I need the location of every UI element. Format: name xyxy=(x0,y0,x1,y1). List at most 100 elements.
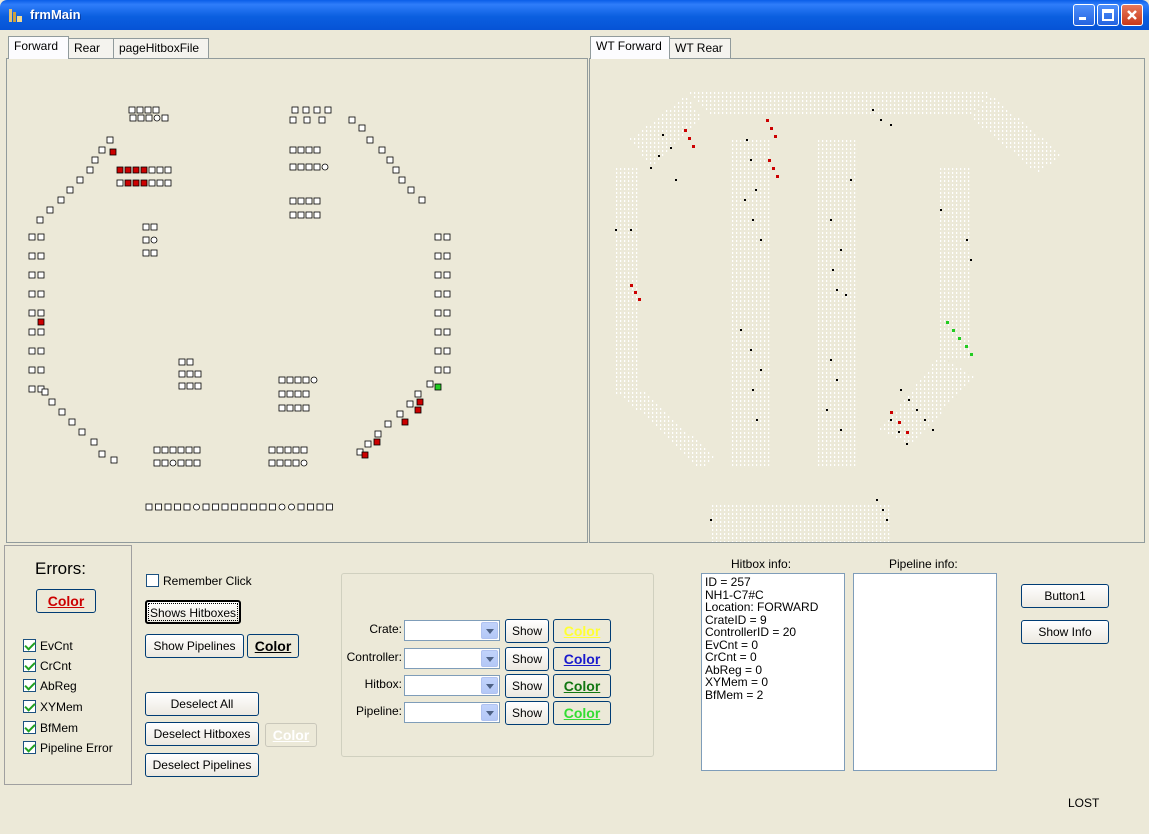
hitbox-cell[interactable] xyxy=(278,376,286,384)
hitbox-cell[interactable] xyxy=(145,114,153,122)
hitbox-cell[interactable] xyxy=(78,428,86,436)
hitbox-cell[interactable] xyxy=(418,196,426,204)
checkbox-pipeline-error[interactable] xyxy=(23,741,36,754)
tab-forward[interactable]: Forward xyxy=(8,36,69,59)
hitbox-cell[interactable] xyxy=(324,106,332,114)
hitbox-cell[interactable] xyxy=(302,390,310,398)
hitbox-cell[interactable] xyxy=(28,233,36,241)
check-bfmem[interactable]: BfMem xyxy=(23,721,78,737)
hitbox-cell[interactable] xyxy=(313,106,321,114)
hitbox-cell[interactable] xyxy=(300,459,308,467)
hitbox-cell[interactable] xyxy=(169,459,177,467)
hitbox-cell[interactable] xyxy=(434,347,442,355)
hitbox-cell[interactable] xyxy=(313,197,321,205)
hitbox-cell[interactable] xyxy=(384,420,392,428)
hitbox-cell[interactable] xyxy=(142,236,150,244)
hitbox-cell[interactable] xyxy=(443,271,451,279)
hitbox-cell[interactable] xyxy=(406,400,414,408)
hitbox-cell[interactable] xyxy=(288,503,295,511)
hitbox-cell[interactable] xyxy=(302,106,310,114)
hitbox-cell[interactable] xyxy=(116,179,124,187)
hitbox-cell[interactable] xyxy=(46,206,54,214)
hitbox-cell[interactable] xyxy=(128,106,136,114)
hitbox-cell[interactable] xyxy=(259,503,267,511)
hitbox-cell[interactable] xyxy=(302,404,310,412)
check-crcnt[interactable]: CrCnt xyxy=(23,659,71,675)
wt-hit-dots[interactable] xyxy=(615,109,972,521)
hitbox-cell[interactable] xyxy=(231,503,238,511)
hitbox-cell[interactable] xyxy=(178,382,186,390)
hitbox-cell[interactable] xyxy=(434,233,442,241)
hitbox-cell[interactable] xyxy=(193,446,201,454)
checkbox-crcnt[interactable] xyxy=(23,659,36,672)
hitbox-cell[interactable] xyxy=(137,114,145,122)
hitbox-cell[interactable] xyxy=(434,290,442,298)
chevron-down-icon[interactable] xyxy=(481,704,498,721)
hitbox-cell[interactable] xyxy=(373,438,381,446)
hitbox-cell[interactable] xyxy=(364,440,372,448)
hitbox-cell[interactable] xyxy=(361,451,369,459)
hitbox-cell[interactable] xyxy=(310,376,318,384)
crate-color-button[interactable]: Color xyxy=(553,619,611,643)
hitbox-cell[interactable] xyxy=(150,236,158,244)
hitbox-cell[interactable] xyxy=(398,176,406,184)
errors-color-button[interactable]: Color xyxy=(36,589,96,613)
hitbox-cell[interactable] xyxy=(300,446,308,454)
tab-wt-rear[interactable]: WT Rear xyxy=(669,38,731,58)
hitbox-cell[interactable] xyxy=(86,166,94,174)
hitbox-cell[interactable] xyxy=(286,390,294,398)
hitbox-cell[interactable] xyxy=(294,404,302,412)
hitbox-cell[interactable] xyxy=(284,446,292,454)
hitbox-cell[interactable] xyxy=(443,366,451,374)
hitbox-cell[interactable] xyxy=(150,223,158,231)
hitbox-cell[interactable] xyxy=(386,156,394,164)
tab-rear[interactable]: Rear xyxy=(68,38,114,58)
hitbox-cell[interactable] xyxy=(132,179,140,187)
pipeline-show-button[interactable]: Show xyxy=(505,701,549,725)
shows-hitboxes-button[interactable]: Shows Hitboxes xyxy=(145,600,241,624)
hitbox-cell[interactable] xyxy=(321,163,329,171)
minimize-button[interactable] xyxy=(1073,4,1095,26)
hitbox-cell[interactable] xyxy=(58,408,66,416)
hitbox-cell[interactable] xyxy=(292,446,300,454)
hitbox-cell[interactable] xyxy=(28,309,36,317)
hitbox-cell[interactable] xyxy=(426,380,434,388)
checkbox-evcnt[interactable] xyxy=(23,639,36,652)
hitbox-cell[interactable] xyxy=(297,197,305,205)
hitbox-cell[interactable] xyxy=(278,390,286,398)
hitbox-cell[interactable] xyxy=(313,146,321,154)
hitbox-cell[interactable] xyxy=(66,186,74,194)
hitbox-cell[interactable] xyxy=(98,146,106,154)
hitbox-cell[interactable] xyxy=(90,438,98,446)
show-pipelines-button[interactable]: Show Pipelines xyxy=(145,634,244,658)
hitbox-cell[interactable] xyxy=(278,404,286,412)
hitbox-cell[interactable] xyxy=(374,430,382,438)
hitbox-cell[interactable] xyxy=(37,366,45,374)
hitbox-cell[interactable] xyxy=(358,124,366,132)
hitbox-cell[interactable] xyxy=(37,318,45,326)
hitbox-cell[interactable] xyxy=(434,271,442,279)
hitbox-cell[interactable] xyxy=(36,216,44,224)
button1[interactable]: Button1 xyxy=(1021,584,1109,608)
hitbox-cell[interactable] xyxy=(161,459,169,467)
hitbox-cell[interactable] xyxy=(434,252,442,260)
hitbox-cell[interactable] xyxy=(305,146,313,154)
hitbox-cell[interactable] xyxy=(37,252,45,260)
hitbox-cell[interactable] xyxy=(289,211,297,219)
hitbox-cell[interactable] xyxy=(178,370,186,378)
hitbox-cell[interactable] xyxy=(177,446,185,454)
controller-combo[interactable] xyxy=(404,648,500,669)
hitbox-cell[interactable] xyxy=(156,179,164,187)
deselect-hitboxes-button[interactable]: Deselect Hitboxes xyxy=(145,722,259,746)
hitbox-cell[interactable] xyxy=(297,146,305,154)
hitbox-cell[interactable] xyxy=(186,358,194,366)
hitbox-cell[interactable] xyxy=(155,503,162,511)
hitbox-cell[interactable] xyxy=(194,382,202,390)
pipeline-color-button[interactable]: Color xyxy=(553,701,611,725)
hitbox-cell[interactable] xyxy=(294,390,302,398)
pipeline-combo[interactable] xyxy=(404,702,500,723)
check-pipeline-error[interactable]: Pipeline Error xyxy=(23,741,113,757)
hitbox-cell[interactable] xyxy=(278,503,286,511)
hitbox-cell[interactable] xyxy=(366,136,374,144)
check-xymem[interactable]: XYMem xyxy=(23,700,83,716)
